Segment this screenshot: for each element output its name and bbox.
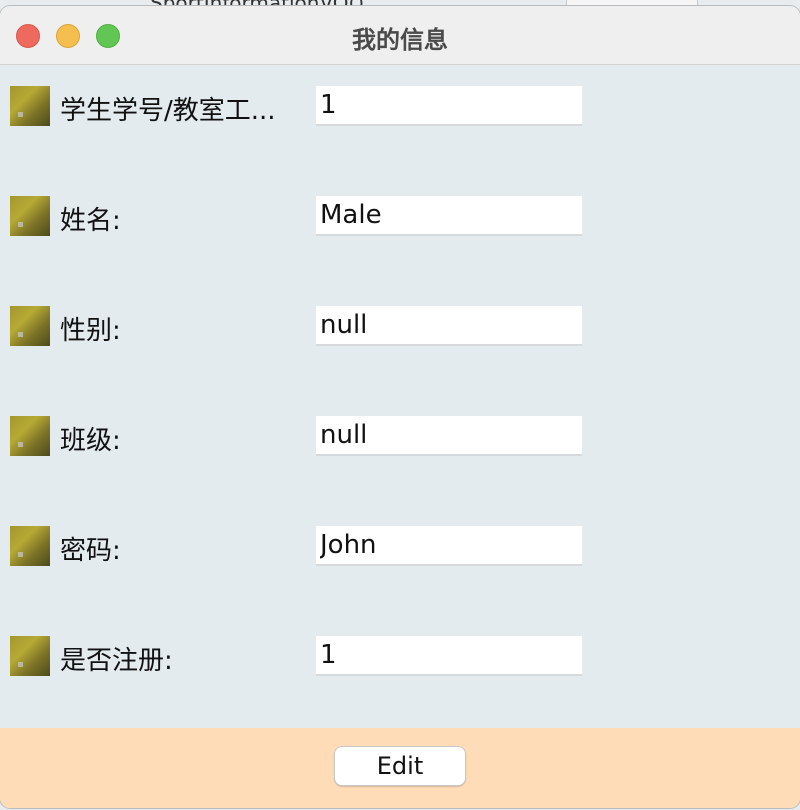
footer-bar: Edit [0, 728, 800, 808]
name-input[interactable] [316, 196, 582, 234]
gender-field[interactable] [316, 306, 582, 346]
row-class: 班级: [0, 416, 800, 456]
my-info-window: 我的信息 学生学号/教室工... 姓名: 性别: 班级: [0, 6, 800, 808]
registered-label: 是否注册: [60, 646, 173, 676]
password-field[interactable] [316, 526, 582, 566]
user-photo-icon [10, 86, 50, 126]
row-student-id: 学生学号/教室工... [0, 86, 800, 126]
user-photo-icon [10, 416, 50, 456]
student-id-input[interactable] [316, 86, 582, 124]
class-label: 班级: [60, 426, 121, 456]
password-label: 密码: [60, 536, 121, 566]
registered-field[interactable] [316, 636, 582, 676]
name-field[interactable] [316, 196, 582, 236]
user-photo-icon [10, 306, 50, 346]
row-password: 密码: [0, 526, 800, 566]
class-input[interactable] [316, 416, 582, 454]
edit-button[interactable]: Edit [334, 746, 466, 786]
window-title: 我的信息 [352, 26, 448, 54]
password-input[interactable] [316, 526, 582, 564]
class-field[interactable] [316, 416, 582, 456]
user-photo-icon [10, 636, 50, 676]
user-photo-icon [10, 196, 50, 236]
user-photo-icon [10, 526, 50, 566]
name-label: 姓名: [60, 206, 121, 236]
row-gender: 性别: [0, 306, 800, 346]
student-id-field[interactable] [316, 86, 582, 126]
gender-label: 性别: [60, 316, 121, 346]
registered-input[interactable] [316, 636, 582, 674]
student-id-label: 学生学号/教室工... [60, 96, 276, 126]
row-name: 姓名: [0, 196, 800, 236]
row-registered: 是否注册: [0, 636, 800, 676]
gender-input[interactable] [316, 306, 582, 344]
title-bar: 我的信息 [0, 6, 800, 65]
info-form: 学生学号/教室工... 姓名: 性别: 班级: [0, 65, 800, 728]
